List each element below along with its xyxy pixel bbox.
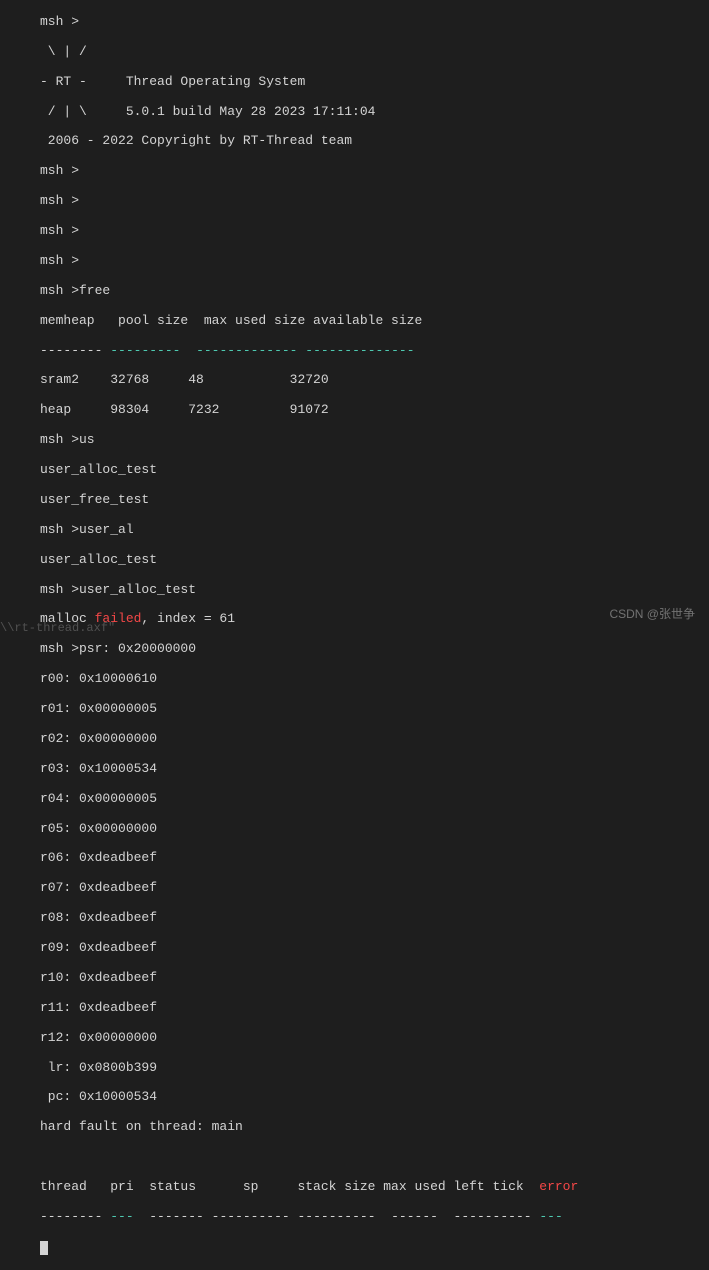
reg-r02: r02: 0x00000000 xyxy=(40,732,709,747)
output-line: user_free_test xyxy=(40,493,709,508)
reg-r04: r04: 0x00000005 xyxy=(40,792,709,807)
reg-r10: r10: 0xdeadbeef xyxy=(40,971,709,986)
thread-header: thread pri status sp stack size max used… xyxy=(40,1180,709,1195)
thread-sep: -------- --- ------- ---------- --------… xyxy=(40,1210,709,1225)
banner-line: msh > xyxy=(40,15,709,30)
reg-r08: r08: 0xdeadbeef xyxy=(40,911,709,926)
output-line: msh >user_al xyxy=(40,523,709,538)
prompt-line: msh > xyxy=(40,224,709,239)
prompt-line: msh > xyxy=(40,194,709,209)
reg-r06: r06: 0xdeadbeef xyxy=(40,851,709,866)
prompt-line: msh > xyxy=(40,164,709,179)
banner-line: \ | / xyxy=(40,45,709,60)
prompt-line: msh > xyxy=(40,254,709,269)
reg-r09: r09: 0xdeadbeef xyxy=(40,941,709,956)
free-row: heap 98304 7232 91072 xyxy=(40,403,709,418)
reg-r03: r03: 0x10000534 xyxy=(40,762,709,777)
reg-r00: r00: 0x10000610 xyxy=(40,672,709,687)
reg-r07: r07: 0xdeadbeef xyxy=(40,881,709,896)
output-line: user_alloc_test xyxy=(40,553,709,568)
reg-pc: pc: 0x10000534 xyxy=(40,1090,709,1105)
reg-psr: msh >psr: 0x20000000 xyxy=(40,642,709,657)
cursor[interactable] xyxy=(40,1241,48,1255)
banner-line: 2006 - 2022 Copyright by RT-Thread team xyxy=(40,134,709,149)
free-sep: -------- --------- ------------- -------… xyxy=(40,344,709,359)
blank-line xyxy=(40,1150,709,1165)
reg-r11: r11: 0xdeadbeef xyxy=(40,1001,709,1016)
output-line: msh >user_alloc_test xyxy=(40,583,709,598)
reg-r12: r12: 0x00000000 xyxy=(40,1031,709,1046)
error-col: error xyxy=(539,1179,578,1194)
bottom-clip: \\rt-thread.axf" xyxy=(0,622,115,636)
free-header: memheap pool size max used size availabl… xyxy=(40,314,709,329)
free-row: sram2 32768 48 32720 xyxy=(40,373,709,388)
banner-line: - RT - Thread Operating System xyxy=(40,75,709,90)
cmd-free: msh >free xyxy=(40,284,709,299)
reg-r05: r05: 0x00000000 xyxy=(40,822,709,837)
output-line: user_alloc_test xyxy=(40,463,709,478)
banner-line: / | \ 5.0.1 build May 28 2023 17:11:04 xyxy=(40,105,709,120)
cmd-us: msh >us xyxy=(40,433,709,448)
hard-fault: hard fault on thread: main xyxy=(40,1120,709,1135)
reg-r01: r01: 0x00000005 xyxy=(40,702,709,717)
cursor-line[interactable] xyxy=(40,1240,709,1255)
watermark: CSDN @张世争 xyxy=(609,608,695,622)
reg-lr: lr: 0x0800b399 xyxy=(40,1061,709,1076)
